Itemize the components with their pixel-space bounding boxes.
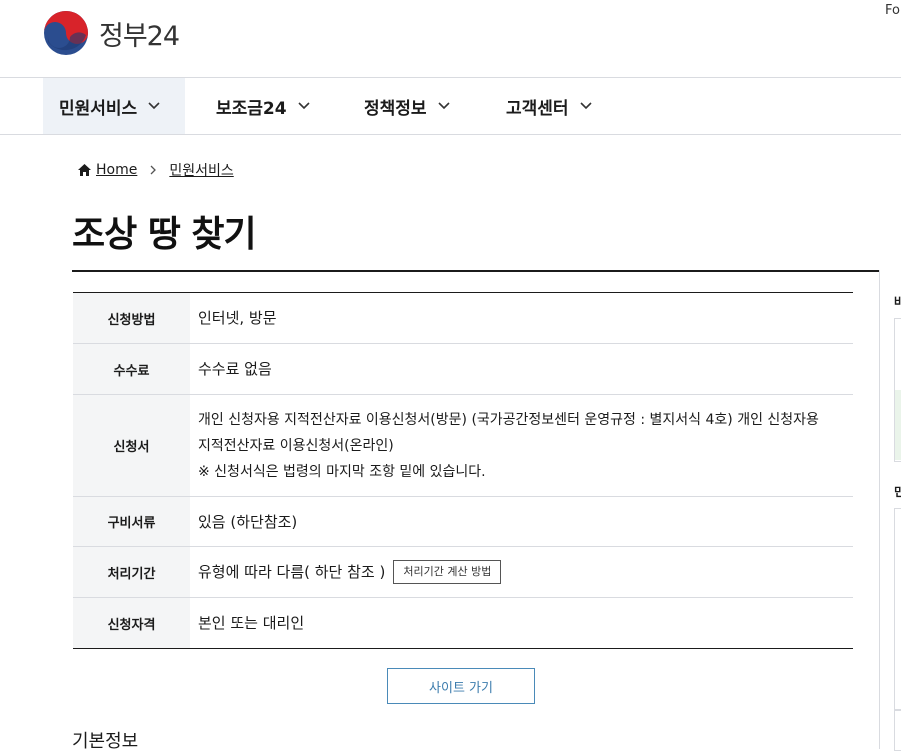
table-row: 수수료 수수료 없음 bbox=[73, 344, 853, 395]
form-note: ※ 신청서식은 법령의 마지막 조항 밑에 있습니다. bbox=[198, 463, 486, 480]
period-text: 유형에 따라 다름( 하단 참조 ) bbox=[198, 563, 386, 581]
breadcrumb-current-link[interactable]: 민원서비스 bbox=[169, 160, 233, 180]
service-info-table: 신청방법 인터넷, 방문 수수료 수수료 없음 신청서 개인 신청자용 지적전산… bbox=[73, 292, 853, 649]
section-heading-basic-info: 기본정보 bbox=[72, 731, 139, 752]
table-row: 구비서류 있음 (하단참조) bbox=[73, 497, 853, 547]
sidebar-highlight bbox=[895, 390, 901, 460]
logo[interactable]: 정부24 bbox=[43, 10, 180, 56]
sidebar-label: 바 bbox=[894, 295, 901, 309]
nav-item-policy-info[interactable]: 정책정보 bbox=[364, 78, 451, 134]
row-header-period: 처리기간 bbox=[73, 547, 190, 597]
row-value-eligibility: 본인 또는 대리인 bbox=[198, 614, 305, 632]
row-value-form: 개인 신청자용 지적전산자료 이용신청서(방문) (국가공간정보센터 운영규정 … bbox=[190, 395, 853, 496]
row-header-fee: 수수료 bbox=[73, 344, 190, 394]
chevron-down-icon bbox=[437, 102, 450, 110]
breadcrumb-home-link[interactable]: Home bbox=[96, 162, 137, 178]
chevron-down-icon bbox=[148, 102, 160, 110]
row-value-documents: 있음 (하단참조) bbox=[198, 512, 298, 531]
logo-text: 정부24 bbox=[99, 20, 180, 52]
breadcrumb: Home 민원서비스 bbox=[78, 160, 234, 180]
table-row: 신청서 개인 신청자용 지적전산자료 이용신청서(방문) (국가공간정보센터 운… bbox=[73, 395, 853, 497]
government-emblem-icon bbox=[44, 11, 88, 55]
sidebar-divider bbox=[879, 270, 880, 749]
title-divider bbox=[72, 270, 880, 272]
row-header-form: 신청서 bbox=[73, 395, 190, 496]
global-nav: 민원서비스 보조금24 정책정보 고객센터 bbox=[0, 78, 901, 135]
row-value-fee: 수수료 없음 bbox=[198, 360, 272, 378]
row-header-method: 신청방법 bbox=[73, 293, 190, 343]
table-row: 신청자격 본인 또는 대리인 bbox=[73, 598, 853, 648]
nav-item-subsidy24[interactable]: 보조금24 bbox=[216, 78, 311, 134]
sidebar-panel bbox=[894, 508, 901, 710]
row-header-eligibility: 신청자격 bbox=[73, 598, 190, 648]
form-text-line2: 지적전산자료 이용신청서(온라인) bbox=[198, 437, 394, 454]
row-header-documents: 구비서류 bbox=[73, 497, 190, 546]
table-row: 신청방법 인터넷, 방문 bbox=[73, 293, 853, 344]
nav-label: 정책정보 bbox=[364, 98, 427, 119]
font-size-button[interactable]: Fo bbox=[885, 3, 900, 18]
period-calc-button[interactable]: 처리기간 계산 방법 bbox=[393, 560, 502, 584]
nav-label: 고객센터 bbox=[506, 98, 569, 119]
table-row: 처리기간 유형에 따라 다름( 하단 참조 ) 처리기간 계산 방법 bbox=[73, 547, 853, 598]
chevron-down-icon bbox=[298, 102, 310, 110]
go-to-site-button[interactable]: 사이트 가기 bbox=[387, 668, 535, 704]
site-header: 정부24 Fo bbox=[0, 0, 901, 78]
nav-item-civil-services[interactable]: 민원서비스 bbox=[43, 78, 185, 134]
sidebar-label: 민 bbox=[894, 485, 901, 499]
sidebar-panel bbox=[894, 710, 901, 751]
chevron-down-icon bbox=[579, 102, 592, 110]
row-value-period: 유형에 따라 다름( 하단 참조 ) 처리기간 계산 방법 bbox=[190, 547, 853, 597]
nav-label: 보조금24 bbox=[216, 98, 287, 119]
page-title: 조상 땅 찾기 bbox=[72, 214, 257, 255]
row-value-method: 인터넷, 방문 bbox=[198, 309, 277, 327]
home-icon bbox=[78, 164, 91, 176]
form-text-line1: 개인 신청자용 지적전산자료 이용신청서(방문) (국가공간정보센터 운영규정 … bbox=[198, 411, 819, 428]
nav-item-customer-center[interactable]: 고객센터 bbox=[506, 78, 593, 134]
chevron-right-icon bbox=[150, 165, 157, 175]
nav-label: 민원서비스 bbox=[59, 98, 138, 119]
